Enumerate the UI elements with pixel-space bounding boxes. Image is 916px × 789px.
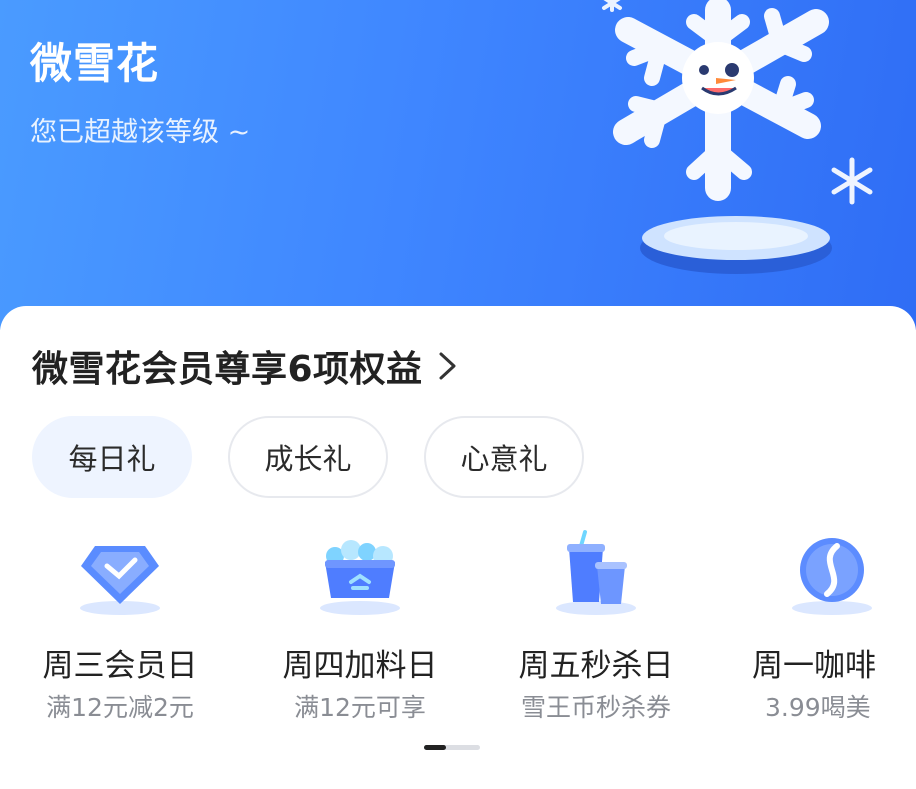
tab-daily-gift[interactable]: 每日礼 <box>32 416 192 498</box>
level-hero-banner: 微雪花 您已超越该等级 ~ <box>0 0 916 330</box>
benefits-title: 微雪花会员尊享6项权益 <box>32 349 423 390</box>
level-status-text: 您已超越该等级 ~ <box>30 117 251 148</box>
carousel-pagination <box>424 745 480 750</box>
benefit-item-subtitle: 满12元减2元 <box>46 693 194 722</box>
pagination-active-indicator <box>424 745 446 750</box>
benefit-items-carousel[interactable]: 周三会员日 满12元减2元 周四加料日 满12元可享 周五秒杀日 雪王币秒杀券 … <box>0 528 916 728</box>
topping-box-icon <box>320 540 400 615</box>
snowflake-mascot-icon <box>602 0 873 274</box>
benefit-item-thursday[interactable]: 周四加料日 满12元可享 <box>240 528 480 728</box>
diamond-badge-icon <box>80 546 160 615</box>
benefit-item-monday[interactable]: 周一咖啡 3.99喝美 <box>712 528 916 728</box>
benefit-item-wednesday[interactable]: 周三会员日 满12元减2元 <box>0 528 240 728</box>
level-name: 微雪花 <box>30 39 160 88</box>
benefits-card: 微雪花会员尊享6项权益 每日礼 成长礼 心意礼 周三会员日 满12元减2元 周四… <box>0 306 916 789</box>
benefit-item-title: 周三会员日 <box>42 648 198 684</box>
coffee-bean-icon <box>792 538 872 615</box>
coffee-cups-icon <box>556 530 636 615</box>
chevron-right-icon <box>439 352 456 380</box>
benefit-item-title: 周四加料日 <box>282 648 438 684</box>
benefit-item-subtitle: 3.99喝美 <box>765 693 871 722</box>
tab-growth-gift[interactable]: 成长礼 <box>228 416 388 498</box>
benefit-item-friday[interactable]: 周五秒杀日 雪王币秒杀券 <box>476 528 716 728</box>
benefit-item-subtitle: 满12元可享 <box>294 693 426 722</box>
benefits-link[interactable]: 微雪花会员尊享6项权益 <box>32 340 459 392</box>
benefit-tabs: 每日礼 成长礼 心意礼 <box>32 416 584 498</box>
benefit-item-subtitle: 雪王币秒杀券 <box>520 693 671 722</box>
benefit-item-title: 周五秒杀日 <box>518 648 674 684</box>
tab-thoughtful-gift[interactable]: 心意礼 <box>424 416 584 498</box>
benefit-item-title: 周一咖啡 <box>752 648 876 684</box>
